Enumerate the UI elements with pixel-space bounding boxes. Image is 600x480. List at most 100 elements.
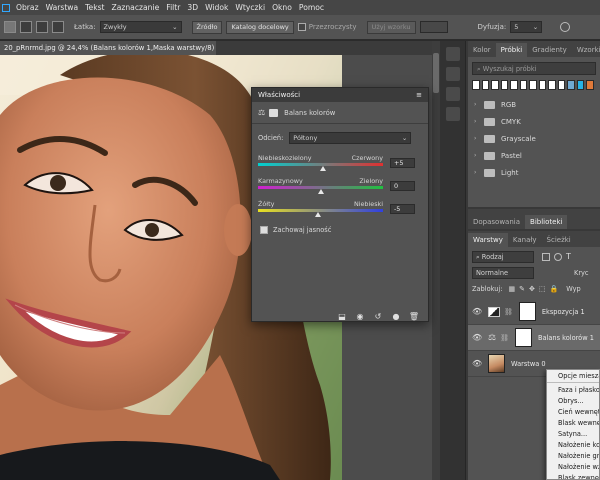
magenta-green-value-input[interactable]: 0 <box>390 181 415 191</box>
properties-header[interactable]: Właściwości ≡ <box>252 88 428 102</box>
tone-select[interactable]: Półtony ⌄ <box>289 132 412 144</box>
color-swatch[interactable] <box>481 80 490 90</box>
uzyj-wzorku-button[interactable]: Użyj wzorku <box>366 20 416 34</box>
przezroczysty-checkbox[interactable] <box>297 23 306 31</box>
lock-position-icon[interactable]: ✥ <box>529 285 535 293</box>
color-swatch[interactable] <box>510 80 518 90</box>
menu-warstwa[interactable]: Warstwa <box>46 3 79 12</box>
tab-kanaly[interactable]: Kanały <box>508 233 542 247</box>
menu-item-color-overlay[interactable]: Nałożenie ko <box>547 439 599 450</box>
menu-item-gradient-overlay[interactable]: Nałożenie gra <box>547 450 599 461</box>
color-swatch[interactable] <box>567 80 575 90</box>
delete-icon[interactable]: 🗑 <box>408 311 420 322</box>
lock-all-icon[interactable]: 🔒 <box>549 285 558 293</box>
layer-row-balans-kolorow[interactable]: 👁 ⚖ ⛓ Balans kolorów 1 <box>468 325 600 351</box>
clip-to-layer-icon[interactable]: ⬓ <box>336 311 348 322</box>
color-swatch[interactable] <box>557 80 566 90</box>
document-tab[interactable]: 20_pRnrmd.jpg @ 24,4% (Balans kolorów 1,… <box>0 41 216 55</box>
lock-pixels-icon[interactable]: ✎ <box>519 285 525 293</box>
swatches-search-input[interactable]: ⌕ Wyszukaj próbki <box>472 62 596 75</box>
subtract-selection-button[interactable] <box>36 21 48 33</box>
tab-probki[interactable]: Próbki <box>495 43 528 57</box>
swatch-folder-light[interactable]: › Light <box>468 164 600 181</box>
color-swatch[interactable] <box>538 80 547 90</box>
swatch-folder-cmyk[interactable]: › CMYK <box>468 113 600 130</box>
menu-zaznaczanie[interactable]: Zaznaczanie <box>112 3 160 12</box>
preserve-luminosity-checkbox[interactable] <box>260 226 268 234</box>
pressure-icon[interactable] <box>560 22 571 32</box>
yellow-blue-value-input[interactable]: -5 <box>390 204 415 214</box>
color-swatch[interactable] <box>519 80 528 90</box>
tab-sciezki[interactable]: Ścieżki <box>542 233 576 247</box>
cyan-red-thumb[interactable] <box>320 166 326 171</box>
filter-adjustment-icon[interactable] <box>554 252 562 261</box>
menu-3d[interactable]: 3D <box>187 3 198 12</box>
layer-row-ekspozycja[interactable]: 👁 ⛓ Ekspozycja 1 <box>468 299 600 325</box>
toggle-visibility-icon[interactable]: ● <box>390 311 402 322</box>
menu-filtr[interactable]: Filtr <box>166 3 180 12</box>
scrollbar-thumb[interactable] <box>433 53 439 93</box>
add-selection-button[interactable] <box>20 21 32 33</box>
brush-presets-icon[interactable] <box>445 67 460 81</box>
character-icon[interactable] <box>445 87 460 101</box>
panel-menu-icon[interactable]: ≡ <box>416 91 422 99</box>
layer-image-thumbnail[interactable] <box>488 354 505 373</box>
layer-mask-thumbnail[interactable] <box>514 328 532 347</box>
color-swatch[interactable] <box>548 80 556 90</box>
swatch-folder-grayscale[interactable]: › Grayscale <box>468 130 600 147</box>
swatch-folder-rgb[interactable]: › RGB <box>468 96 600 113</box>
link-icon[interactable]: ⛓ <box>504 308 513 316</box>
new-selection-button[interactable] <box>4 21 16 33</box>
layer-mask-thumbnail[interactable] <box>518 302 536 321</box>
menu-item-inner-glow[interactable]: Blask wewnętr <box>547 417 599 428</box>
latka-select[interactable]: Zwykły ⌄ <box>99 21 182 33</box>
menu-widok[interactable]: Widok <box>205 3 228 12</box>
intersect-selection-button[interactable] <box>52 21 64 33</box>
photoshop-logo-icon[interactable] <box>2 3 10 12</box>
color-swatch[interactable] <box>500 80 509 90</box>
blend-mode-select[interactable]: Normalne <box>472 266 534 279</box>
link-icon[interactable]: ⛓ <box>500 334 509 342</box>
filter-type-icon[interactable]: T <box>566 252 571 261</box>
eye-icon[interactable]: 👁 <box>472 359 482 368</box>
tab-dopasowania[interactable]: Dopasowania <box>468 215 525 229</box>
mask-icon[interactable] <box>269 108 279 117</box>
view-previous-state-icon[interactable]: ◉ <box>354 311 366 322</box>
menu-wtyczki[interactable]: Wtyczki <box>235 3 265 12</box>
color-swatch[interactable] <box>576 80 585 90</box>
tab-gradienty[interactable]: Gradienty <box>527 43 572 57</box>
color-swatch[interactable] <box>529 80 537 90</box>
katalog-docelowy-button[interactable]: Katalog docelowy <box>226 20 294 34</box>
swatch-folder-pastel[interactable]: › Pastel <box>468 147 600 164</box>
menu-item-stroke[interactable]: Obrys... <box>547 395 599 406</box>
menu-tekst[interactable]: Tekst <box>85 3 104 12</box>
eye-icon[interactable]: 👁 <box>472 333 482 342</box>
reset-icon[interactable]: ↺ <box>372 311 384 322</box>
cyan-red-value-input[interactable]: +5 <box>390 158 415 168</box>
menu-item-outer-glow[interactable]: Blask zewnęt <box>547 472 599 480</box>
color-swatch[interactable] <box>472 80 480 90</box>
eye-icon[interactable]: 👁 <box>472 307 482 316</box>
tab-biblioteki[interactable]: Biblioteki <box>525 215 568 229</box>
history-icon[interactable] <box>445 47 460 61</box>
color-swatch[interactable] <box>491 80 499 90</box>
pattern-picker[interactable] <box>419 21 448 33</box>
lock-artboard-icon[interactable]: ⬚ <box>539 285 546 293</box>
tab-warstwy[interactable]: Warstwy <box>468 233 508 247</box>
menu-obraz[interactable]: Obraz <box>16 3 39 12</box>
zrodlo-button[interactable]: Źródło <box>191 20 223 34</box>
properties-panel[interactable]: Właściwości ≡ ⚖ Balans kolorów Odcień: P… <box>251 87 429 322</box>
yellow-blue-thumb[interactable] <box>315 212 321 217</box>
magenta-green-thumb[interactable] <box>317 189 324 194</box>
menu-item-blending-options[interactable]: Opcje miesza <box>547 370 599 381</box>
menu-okno[interactable]: Okno <box>272 3 292 12</box>
menu-pomoc[interactable]: Pomoc <box>299 3 324 12</box>
layer-filter-select[interactable]: ⌕ Rodzaj <box>472 250 534 263</box>
color-swatch[interactable] <box>586 80 594 90</box>
tab-wzorki[interactable]: Wzorki <box>572 43 600 57</box>
vertical-scrollbar[interactable] <box>432 41 440 480</box>
lock-transparency-icon[interactable]: ▦ <box>508 285 515 293</box>
menu-item-bevel[interactable]: Faza i płasko <box>547 384 599 395</box>
paragraph-icon[interactable] <box>445 107 460 121</box>
menu-item-inner-shadow[interactable]: Cień wewnętr <box>547 406 599 417</box>
